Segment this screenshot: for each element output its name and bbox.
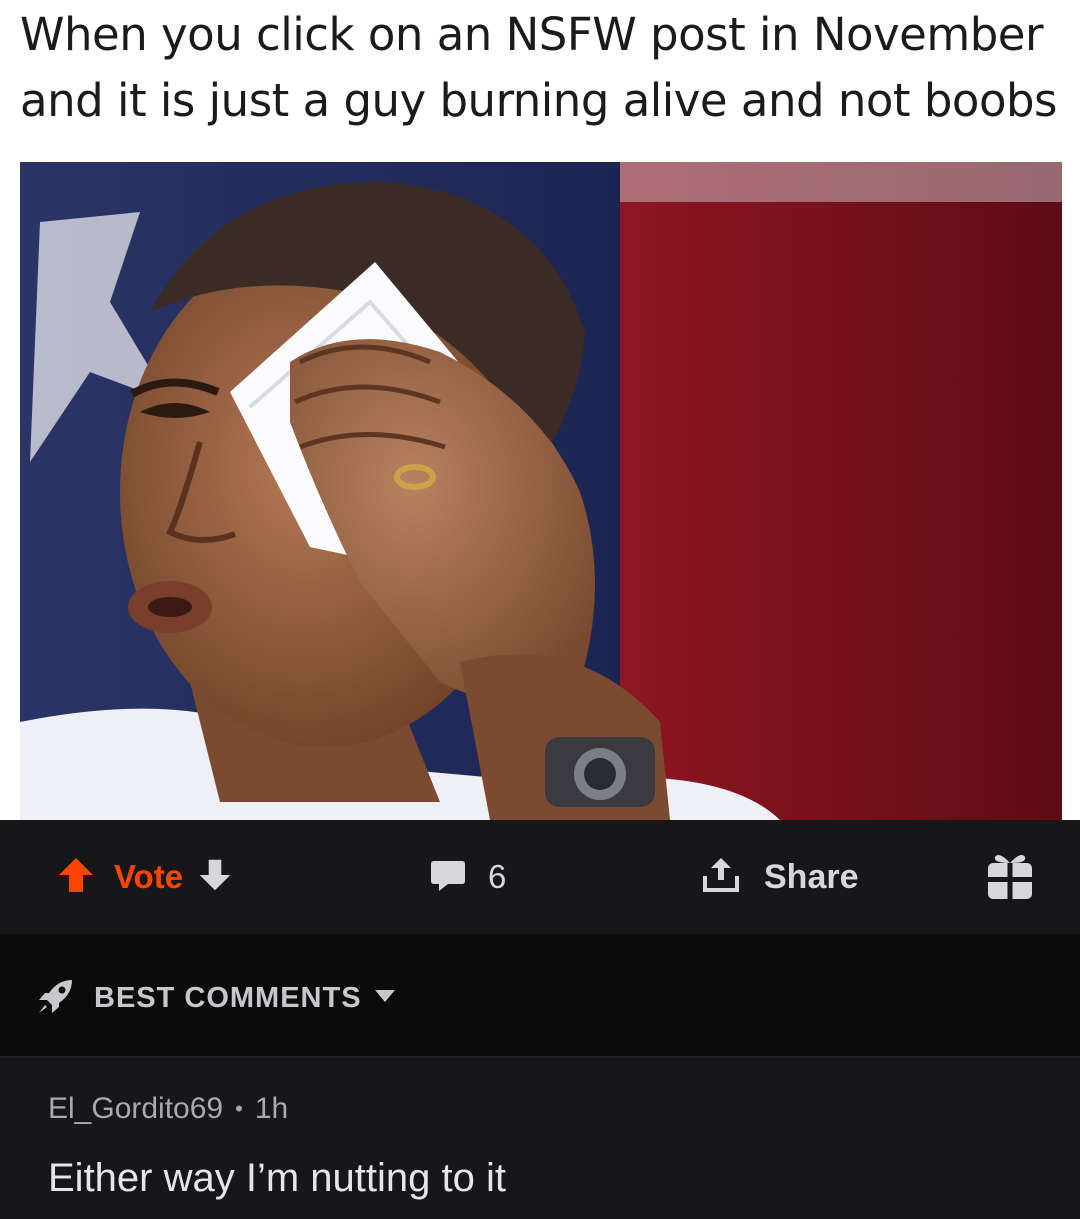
gift-award-icon: [983, 849, 1037, 908]
share-label: Share: [764, 857, 859, 896]
comment-bubble-icon: [428, 855, 468, 900]
comment-count: 6: [488, 858, 507, 895]
comments-button[interactable]: 6: [428, 854, 506, 900]
arrow-up-icon[interactable]: [56, 855, 96, 900]
meme-caption-line-2: and it is just a guy burning alive and n…: [20, 74, 1058, 127]
post-screen: When you click on an NSFW post in Novemb…: [0, 0, 1080, 1219]
comment-sort-bar: BEST COMMENTS: [0, 934, 1080, 1058]
caret-down-icon: [374, 989, 396, 1008]
vote-label: Vote: [114, 858, 184, 895]
share-upload-icon: [700, 854, 742, 901]
comment-author[interactable]: El_Gordito69: [48, 1092, 223, 1126]
post-action-bar: Vote 6 Share: [0, 820, 1080, 934]
meme-photo[interactable]: [20, 162, 1062, 820]
rocket-icon: [36, 976, 76, 1021]
vote-control: Vote: [56, 854, 233, 900]
arrow-down-icon[interactable]: [197, 857, 233, 898]
meme-caption: When you click on an NSFW post in Novemb…: [0, 0, 1080, 160]
comment-age: 1h: [254, 1092, 289, 1125]
meme-photo-illustration: [20, 162, 1062, 820]
meta-separator: •: [235, 1096, 243, 1121]
comment-meta: El_Gordito69 • 1h: [48, 1092, 288, 1126]
comment-body: Either way I’m nutting to it: [48, 1156, 506, 1200]
sort-label: BEST COMMENTS: [94, 981, 362, 1014]
comment-sort-dropdown[interactable]: BEST COMMENTS: [36, 978, 396, 1018]
award-button[interactable]: [982, 850, 1038, 906]
meme-caption-line-1: When you click on an NSFW post in Novemb…: [20, 8, 1043, 61]
comment[interactable]: El_Gordito69 • 1h Either way I’m nutting…: [0, 1058, 1080, 1219]
share-button[interactable]: Share: [700, 854, 859, 900]
